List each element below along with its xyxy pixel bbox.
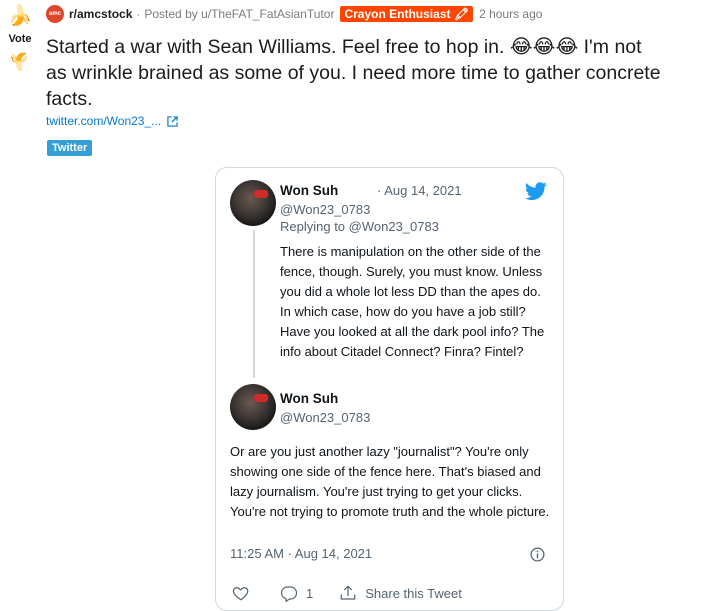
avatar[interactable] [230, 384, 276, 430]
banana-up-icon[interactable]: 🍌 [8, 4, 33, 28]
banana-down-icon[interactable]: 🍌 [9, 51, 30, 71]
subreddit-icon[interactable]: amc [46, 5, 64, 23]
tweet-actions: 1 Share this Tweet [232, 584, 462, 602]
tweet-author-handle[interactable]: @Won23_0783 [280, 202, 370, 217]
link-text[interactable]: twitter.com/Won23_... [46, 114, 161, 128]
reply-icon [280, 586, 298, 602]
like-button[interactable] [232, 584, 250, 602]
tweet-date[interactable]: · Aug 14, 2021 [377, 183, 462, 198]
embedded-tweet[interactable]: Won Suh · Aug 14, 2021 @Won23_0783 Reply… [215, 167, 564, 611]
posted-by[interactable]: Posted by u/TheFAT_FatAsianTutor [144, 7, 334, 21]
vote-label: Vote [8, 33, 32, 45]
reply-button[interactable]: 1 [280, 584, 313, 602]
share-button[interactable]: Share this Tweet [339, 584, 462, 602]
twitter-bird-icon[interactable] [525, 180, 547, 202]
tweet-author-handle[interactable]: @Won23_0783 [280, 410, 370, 425]
thread-line [253, 230, 255, 378]
main-tweet-text: Or are you just another lazy "journalist… [230, 444, 550, 519]
heart-icon [232, 587, 249, 601]
replying-to[interactable]: Replying to @Won23_0783 [280, 219, 439, 234]
subreddit-link[interactable]: r/amcstock [69, 7, 132, 21]
tweet-author-name[interactable]: Won Suh [280, 183, 338, 198]
external-link[interactable]: twitter.com/Won23_... [46, 114, 178, 128]
share-icon [340, 585, 356, 600]
share-label: Share this Tweet [365, 585, 462, 601]
tweet-timestamp[interactable]: 11:25 AM · Aug 14, 2021 [230, 546, 372, 561]
post-time[interactable]: 2 hours ago [479, 7, 542, 21]
post-header: amc r/amcstock · Posted by u/TheFAT_FatA… [46, 5, 542, 23]
separator-dot: · [136, 7, 141, 21]
reply-tweet-text: There is manipulation on the other side … [280, 244, 545, 359]
domain-tag: Twitter [47, 140, 93, 156]
vote-column: 🍌 Vote 🍌 [0, 0, 40, 611]
external-link-icon [167, 115, 178, 127]
reply-count: 1 [306, 585, 314, 601]
avatar[interactable] [230, 180, 276, 226]
user-flair: Crayon Enthusiast 🖍 [340, 6, 474, 22]
info-icon[interactable] [530, 547, 545, 562]
tweet-author-name[interactable]: Won Suh [280, 391, 338, 406]
post-title[interactable]: Started a war with Sean Williams. Feel f… [46, 34, 666, 112]
